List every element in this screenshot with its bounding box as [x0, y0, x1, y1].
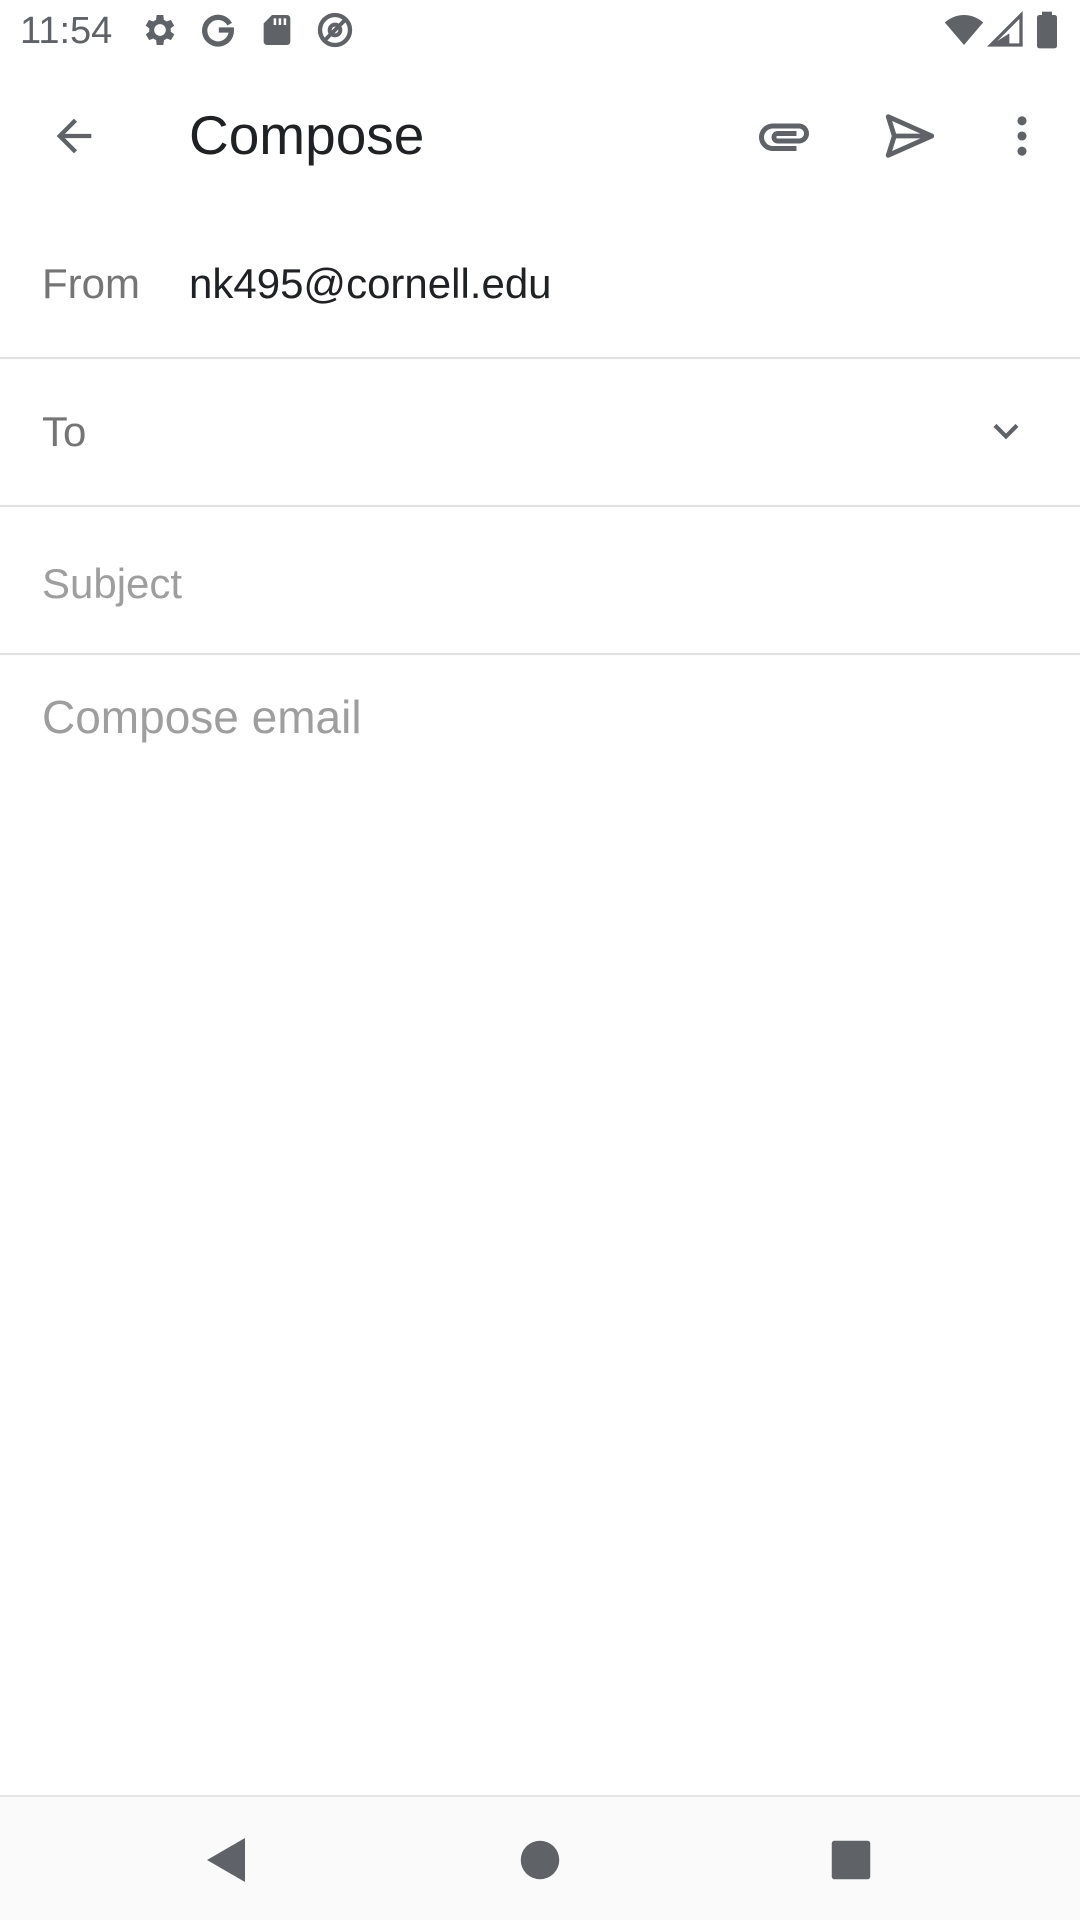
send-icon: [885, 114, 935, 158]
status-time: 11:54: [20, 10, 113, 52]
compose-screen: 11:54 Compose From nk495@cornell.edu To …: [0, 0, 1080, 1920]
attach-icon: [759, 123, 809, 151]
from-label: From: [42, 260, 140, 307]
subject-row: [0, 507, 1080, 655]
recents-square-icon: [831, 1840, 871, 1880]
chevron-down-icon: [993, 423, 1019, 440]
from-row: From nk495@cornell.edu: [0, 209, 1080, 359]
status-bar: 11:54: [0, 0, 1080, 63]
more-options-button[interactable]: [974, 88, 1070, 184]
wifi-icon: [942, 10, 986, 50]
back-triangle-icon: [207, 1838, 245, 1882]
battery-icon: [1032, 10, 1062, 50]
nav-home-button[interactable]: [495, 1815, 585, 1905]
google-icon: [198, 10, 238, 50]
system-nav-bar: [0, 1795, 1080, 1920]
settings-icon: [140, 10, 180, 50]
arrow-back-icon: [56, 118, 92, 154]
app-bar: Compose: [0, 63, 1080, 209]
home-circle-icon: [520, 1840, 560, 1880]
subject-field[interactable]: [42, 555, 1042, 613]
to-label: To: [42, 408, 87, 455]
compose-body-field[interactable]: [42, 690, 1042, 1770]
send-button[interactable]: [862, 88, 958, 184]
at-sign-icon: [315, 10, 355, 50]
nav-recents-button[interactable]: [806, 1815, 896, 1905]
from-account-selector[interactable]: nk495@cornell.edu: [189, 259, 552, 309]
cell-signal-icon: [986, 10, 1026, 50]
to-field[interactable]: [140, 403, 940, 461]
to-row: To: [0, 359, 1080, 507]
page-title: Compose: [189, 104, 425, 166]
nav-back-button[interactable]: [180, 1815, 270, 1905]
expand-recipients-button[interactable]: [958, 383, 1054, 479]
more-vert-icon: [1017, 116, 1027, 156]
back-button[interactable]: [26, 88, 122, 184]
sd-card-icon: [257, 10, 297, 50]
attach-button[interactable]: [736, 88, 832, 184]
